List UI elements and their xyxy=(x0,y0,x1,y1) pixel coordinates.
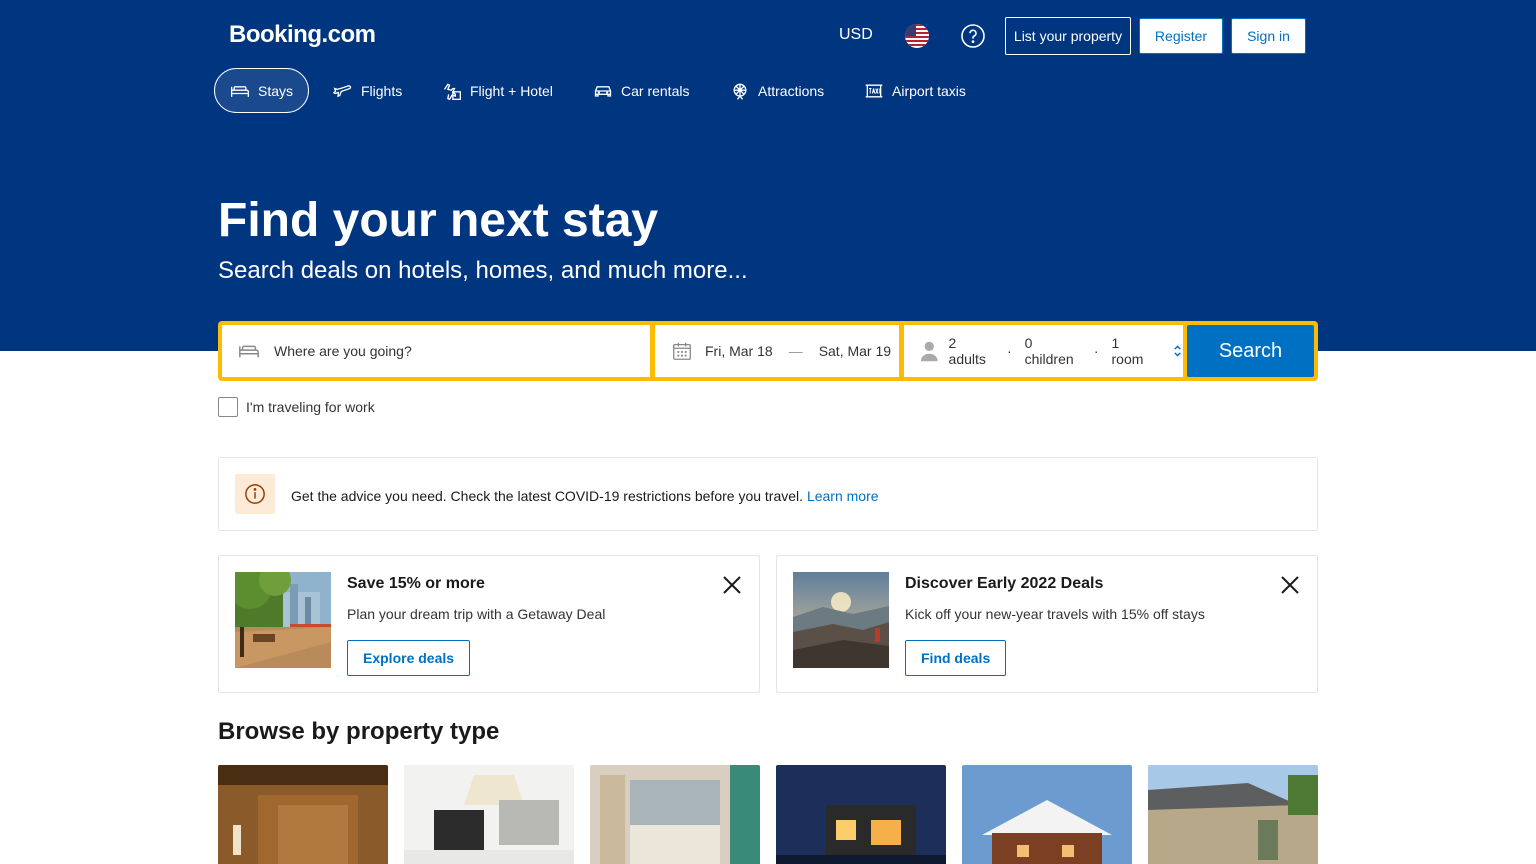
nav-label: Flights xyxy=(361,82,403,99)
nav-label: Stays xyxy=(258,82,294,99)
nav-stays[interactable]: Stays xyxy=(214,68,310,113)
nav-label: Flight + Hotel xyxy=(470,82,553,99)
nav-flight-hotel[interactable]: Flight + Hotel xyxy=(442,68,553,113)
list-property-button[interactable]: List your property xyxy=(1005,17,1131,55)
checkin-date[interactable]: Fri, Mar 18 xyxy=(705,343,773,359)
question-circle-icon[interactable] xyxy=(961,24,985,48)
promo-image-mountain xyxy=(793,572,889,668)
currency-selector[interactable]: USD xyxy=(839,26,873,44)
date-separator: — xyxy=(788,343,803,359)
promo-description: Kick off your new-year travels with 15% … xyxy=(905,606,1205,622)
promo-card-getaway: Save 15% or more Plan your dream trip wi… xyxy=(218,555,760,693)
bed-icon xyxy=(239,345,259,358)
rooms-count: 1 room xyxy=(1111,335,1144,367)
guests-field[interactable]: 2 adults · 0 children · 1 room xyxy=(904,325,1183,377)
sign-in-button[interactable]: Sign in xyxy=(1231,18,1306,54)
property-type-resorts-image[interactable] xyxy=(590,765,760,864)
info-icon xyxy=(235,474,275,514)
plane-icon xyxy=(333,84,352,97)
hero-subtitle: Search deals on hotels, homes, and much … xyxy=(218,257,748,284)
ferris-wheel-icon xyxy=(733,83,747,100)
learn-more-link[interactable]: Learn more xyxy=(807,488,879,504)
property-type-cabins-image[interactable] xyxy=(962,765,1132,864)
date-field[interactable]: Fri, Mar 18 — Sat, Mar 19 xyxy=(655,325,899,377)
property-type-cottages-image[interactable] xyxy=(1148,765,1318,864)
separator-dot: · xyxy=(1006,343,1012,359)
nav-attractions[interactable]: Attractions xyxy=(730,68,824,113)
header-hero: Booking.com USD List your property Regis… xyxy=(0,0,1536,351)
work-travel-option[interactable]: I'm traveling for work xyxy=(218,397,375,417)
promo-card-early-2022: Discover Early 2022 Deals Kick off your … xyxy=(776,555,1318,693)
calendar-icon xyxy=(673,342,691,360)
destination-field[interactable]: Where are you going? xyxy=(222,325,650,377)
property-type-apartments-image[interactable] xyxy=(404,765,574,864)
promo-image-park xyxy=(235,572,331,668)
hero-title: Find your next stay xyxy=(218,194,659,247)
person-icon xyxy=(920,341,938,362)
search-bar: Where are you going? Fri, Mar 18 — Sat, … xyxy=(218,321,1318,381)
taxi-icon xyxy=(865,84,883,97)
separator-dot: · xyxy=(1093,343,1099,359)
browse-heading: Browse by property type xyxy=(218,718,500,745)
find-deals-button[interactable]: Find deals xyxy=(905,640,1007,676)
nav-label: Attractions xyxy=(758,82,825,99)
search-button[interactable]: Search xyxy=(1187,325,1314,377)
adults-count: 2 adults xyxy=(948,335,986,367)
plane-hotel-icon xyxy=(443,82,461,100)
booking-logo[interactable]: Booking.com xyxy=(229,21,376,49)
work-travel-checkbox[interactable] xyxy=(218,397,238,417)
property-type-hotels-image[interactable] xyxy=(218,765,388,864)
property-type-villas-image[interactable] xyxy=(776,765,946,864)
covid-notice: Get the advice you need. Check the lates… xyxy=(218,457,1318,531)
nav-airport-taxis[interactable]: Airport taxis xyxy=(864,68,966,113)
promo-title: Save 15% or more xyxy=(347,575,485,592)
nav-label: Car rentals xyxy=(621,82,690,99)
car-icon xyxy=(594,85,612,97)
checkout-date[interactable]: Sat, Mar 19 xyxy=(819,343,891,359)
promo-title: Discover Early 2022 Deals xyxy=(905,575,1104,592)
promo-description: Plan your dream trip with a Getaway Deal xyxy=(347,606,606,622)
nav-car-rentals[interactable]: Car rentals xyxy=(593,68,689,113)
close-icon[interactable] xyxy=(1279,574,1301,596)
work-travel-label: I'm traveling for work xyxy=(246,399,375,415)
children-count: 0 children xyxy=(1024,335,1074,367)
bed-icon xyxy=(231,85,249,97)
explore-deals-button[interactable]: Explore deals xyxy=(347,640,471,676)
notice-text: Get the advice you need. Check the lates… xyxy=(291,488,804,504)
close-icon[interactable] xyxy=(721,574,743,596)
chevron-updown-icon xyxy=(1174,345,1181,357)
register-button[interactable]: Register xyxy=(1139,18,1223,54)
nav-flights[interactable]: Flights xyxy=(333,68,402,113)
us-flag-icon[interactable] xyxy=(905,24,929,48)
destination-input[interactable]: Where are you going? xyxy=(274,343,412,359)
nav-label: Airport taxis xyxy=(892,82,966,99)
notice-message: Get the advice you need. Check the lates… xyxy=(291,488,879,504)
